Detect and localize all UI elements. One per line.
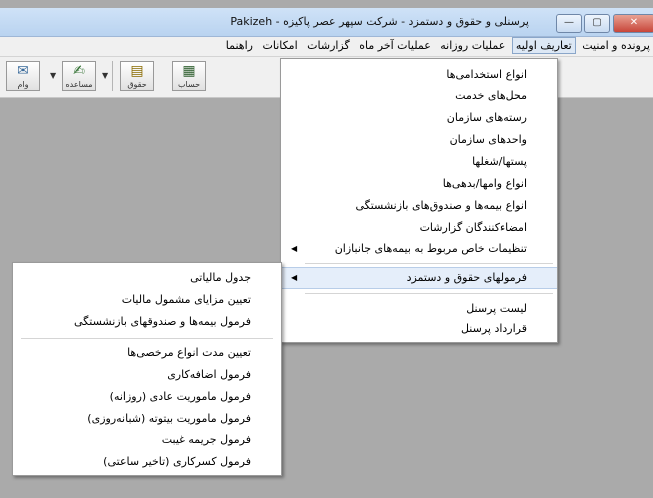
menu-item-personnel-list[interactable]: لیست پرسنل [281,299,557,319]
close-button[interactable]: ✕ [613,14,653,33]
submenu-item-label: تعیین مزایای مشمول مالیات [121,293,251,306]
definitions-dropdown: انواع استخدامی‌ها محل‌های خدمت رسته‌های … [280,58,558,343]
minimize-button[interactable]: — [556,14,582,33]
menu-item-label: لیست پرسنل [466,302,527,315]
menu-item-personnel-contract[interactable]: قرارداد پرسنل [281,319,557,339]
menu-item-label: واحدهای سازمان [449,133,527,146]
menu-item-veteran-insurance-settings[interactable]: تنظیمات خاص مربوط به بیمه‌های جانبازان ◀ [281,239,557,259]
sheet-icon[interactable]: ▤ حقوق [120,61,154,91]
submenu-item-label: فرمول بیمه‌ها و صندوقهای بازنشستگی [74,315,251,328]
menu-item-label: محل‌های خدمت [455,89,527,102]
submenu-item-label: جدول مالیاتی [190,271,251,284]
sheet-label: حقوق [127,80,147,89]
submenu-item-taxable-benefits[interactable]: تعیین مزایای مشمول مالیات [13,290,281,310]
menu-reports[interactable]: گزارشات [304,37,353,55]
menu-daily-operations[interactable]: عملیات روزانه [437,37,508,55]
menu-item-label: رسته‌های سازمان [446,111,527,124]
calculator-icon[interactable]: ▦ حساب [172,61,206,91]
submenu-arrow-icon: ◀ [291,244,298,253]
menu-item-label: تنظیمات خاص مربوط به بیمه‌های جانبازان [334,242,527,255]
menu-item-positions[interactable]: پستها/شغلها [281,152,557,172]
menu-help[interactable]: راهنما [223,37,256,55]
submenu-item-undertime-formula[interactable]: فرمول کسرکاری (تاخیر ساعتی) [13,452,281,472]
submenu-item-label: فرمول اضافه‌کاری [167,368,251,381]
assist-label: مساعده [65,80,93,89]
menu-item-employment-types[interactable]: انواع استخدامی‌ها [281,65,557,85]
menu-item-label: امضاءکنندگان گزارشات [419,221,527,234]
payroll-formulas-submenu: جدول مالیاتی تعیین مزایای مشمول مالیات ف… [12,262,282,476]
submenu-item-tax-table[interactable]: جدول مالیاتی [13,268,281,288]
submenu-item-overtime-formula[interactable]: فرمول اضافه‌کاری [13,365,281,385]
submenu-item-absence-penalty-formula[interactable]: فرمول جریمه غیبت [13,430,281,450]
menu-item-insurance-types[interactable]: انواع بیمه‌ها و صندوق‌های بازنشستگی [281,196,557,216]
submenu-arrow-icon: ◀ [291,273,298,282]
submenu-item-leave-durations[interactable]: تعیین مدت انواع مرخصی‌ها [13,343,281,363]
menu-separator [305,263,553,264]
menu-item-label: انواع استخدامی‌ها [446,68,527,81]
menu-separator [21,338,273,339]
menu-item-label: پستها/شغلها [472,155,527,168]
maximize-button[interactable]: ▢ [584,14,610,33]
assist-icon[interactable]: ✍ مساعده [62,61,96,91]
menu-month-end[interactable]: عملیات آخر ماه [356,37,434,55]
menu-item-service-locations[interactable]: محل‌های خدمت [281,86,557,106]
submenu-item-label: تعیین مدت انواع مرخصی‌ها [127,346,251,359]
window-title: پرسنلی و حقوق و دستمزد - شرکت سپهر عصر پ… [230,15,529,28]
application-window: پرسنلی و حقوق و دستمزد - شرکت سپهر عصر پ… [0,0,653,498]
menu-definitions[interactable]: تعاریف اولیه [511,37,576,54]
menu-item-org-units[interactable]: واحدهای سازمان [281,130,557,150]
submenu-item-label: فرمول ماموریت عادی (روزانه) [109,390,251,403]
loan-label: وام [17,80,29,89]
calculator-label: حساب [177,80,201,89]
menu-item-loan-types[interactable]: انواع وامها/بدهی‌ها [281,174,557,194]
dropdown-arrow-icon[interactable]: ▼ [50,71,56,80]
submenu-item-label: فرمول جریمه غیبت [161,433,251,446]
menu-separator [305,293,553,294]
loan-icon[interactable]: ✉ وام [6,61,40,91]
submenu-item-label: فرمول ماموریت بیتوته (شبانه‌روزی) [87,412,251,425]
toolbar-separator [112,61,113,91]
dropdown-arrow-icon[interactable]: ▼ [102,71,108,80]
submenu-item-daily-mission-formula[interactable]: فرمول ماموریت عادی (روزانه) [13,387,281,407]
menu-item-payroll-formulas[interactable]: فرمولهای حقوق و دستمزد ◀ [281,267,557,289]
title-bar: پرسنلی و حقوق و دستمزد - شرکت سپهر عصر پ… [0,8,653,37]
menu-item-label: انواع بیمه‌ها و صندوق‌های بازنشستگی [355,199,527,212]
menu-item-org-categories[interactable]: رسته‌های سازمان [281,108,557,128]
menu-tools[interactable]: امکانات [259,37,300,55]
menu-item-label: فرمولهای حقوق و دستمزد [406,271,527,284]
submenu-item-overnight-mission-formula[interactable]: فرمول ماموریت بیتوته (شبانه‌روزی) [13,409,281,429]
menu-item-label: قرارداد پرسنل [460,322,527,335]
menu-bar: پرونده و امنیت تعاریف اولیه عملیات روزان… [0,37,653,57]
submenu-item-label: فرمول کسرکاری (تاخیر ساعتی) [103,455,251,468]
menu-file-security[interactable]: پرونده و امنیت [579,37,653,55]
menu-item-label: انواع وامها/بدهی‌ها [442,177,527,190]
submenu-item-insurance-formula[interactable]: فرمول بیمه‌ها و صندوقهای بازنشستگی [13,312,281,332]
menu-item-report-signers[interactable]: امضاءکنندگان گزارشات [281,218,557,238]
